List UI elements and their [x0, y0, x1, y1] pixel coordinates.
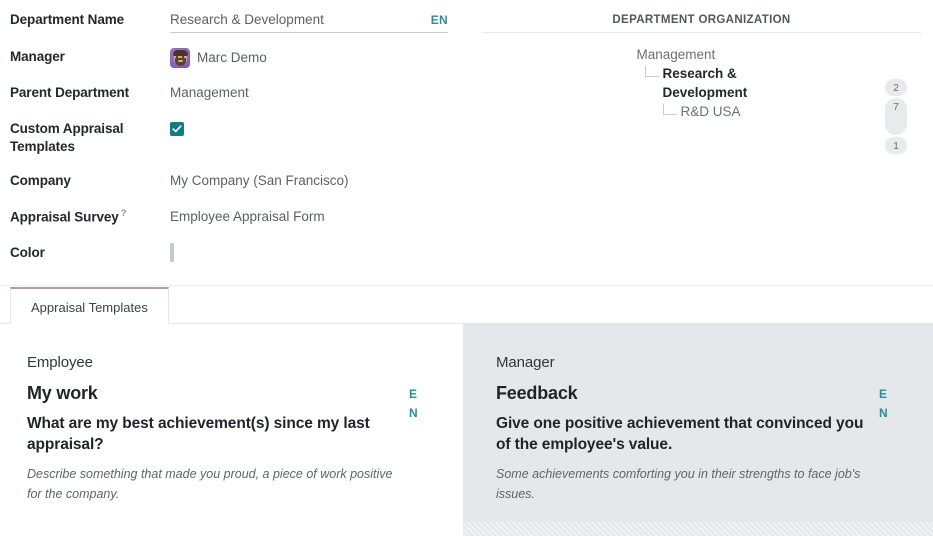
template-role-manager: Manager	[496, 354, 555, 371]
field-company: Company My Company (San Francisco)	[10, 171, 470, 193]
tree-connector-icon	[644, 66, 659, 78]
template-note-manager[interactable]: Some achievements comforting you in thei…	[496, 465, 869, 504]
field-manager: Manager Marc Demo	[10, 47, 470, 69]
org-node-management[interactable]: Management	[637, 45, 807, 64]
tree-connector-icon	[662, 104, 677, 116]
template-title-employee[interactable]: My work	[27, 383, 399, 404]
template-pane-manager: Manager Feedback Give one positive achie…	[463, 324, 933, 536]
custom-appraisal-templates-checkbox[interactable]	[170, 122, 184, 137]
org-node-research-and-development[interactable]: Research & Development	[644, 64, 763, 102]
field-label-color: Color	[10, 244, 45, 260]
check-icon	[172, 125, 182, 133]
company-value[interactable]: My Company (San Francisco)	[170, 171, 470, 190]
language-badge-manager-template[interactable]: EN	[879, 385, 893, 422]
department-organization-panel: DEPARTMENT ORGANIZATION Management Resea…	[480, 10, 933, 154]
department-name-input-wrapper[interactable]: Research & Development EN	[170, 11, 448, 34]
department-name-input[interactable]: Research & Development	[170, 11, 324, 29]
form-left-column: Department Name Research & Development E…	[0, 10, 470, 279]
department-organization-body: Management Research & Development R&D US…	[480, 33, 923, 154]
org-badge-management-count[interactable]: 2	[885, 79, 907, 96]
form-sheet: Department Name Research & Development E…	[0, 0, 933, 286]
department-form-view: Department Name Research & Development E…	[0, 0, 933, 536]
department-organization-title: DEPARTMENT ORGANIZATION	[482, 14, 921, 33]
manager-name[interactable]: Marc Demo	[197, 49, 267, 67]
appraisal-templates-panes: Employee My work What are my best achiev…	[0, 324, 933, 536]
parent-department-value[interactable]: Management	[170, 83, 470, 102]
language-badge-department-name[interactable]: EN	[423, 12, 448, 28]
template-role-employee: Employee	[27, 354, 93, 371]
field-custom-appraisal-templates: Custom Appraisal Templates	[10, 119, 470, 156]
help-icon[interactable]: ?	[121, 208, 127, 219]
color-swatch[interactable]	[170, 242, 174, 262]
template-question-manager[interactable]: Give one positive achievement that convi…	[496, 413, 869, 455]
field-color: Color	[10, 242, 470, 265]
field-department-name: Department Name Research & Development E…	[10, 10, 470, 34]
form-right-column: DEPARTMENT ORGANIZATION Management Resea…	[470, 10, 933, 279]
field-label-department-name: Department Name	[10, 12, 125, 27]
template-title-manager[interactable]: Feedback	[496, 383, 869, 404]
language-badge-employee-template[interactable]: EN	[409, 385, 423, 422]
field-label-parent-department: Parent Department	[10, 85, 130, 101]
tab-appraisal-templates[interactable]: Appraisal Templates	[10, 287, 169, 325]
field-label-manager: Manager	[10, 49, 65, 65]
appraisal-survey-value[interactable]: Employee Appraisal Form	[170, 207, 470, 226]
org-node-label[interactable]: Management	[637, 45, 716, 64]
avatar	[170, 48, 190, 69]
org-node-label[interactable]: Research & Development	[663, 64, 763, 102]
org-node-rd-usa[interactable]: R&D USA	[662, 102, 807, 121]
org-tree: Management Research & Development R&D US…	[597, 45, 807, 122]
template-note-employee[interactable]: Describe something that made you proud, …	[27, 465, 399, 504]
org-badge-research-and-development-count[interactable]: 7	[885, 98, 907, 135]
field-label-custom-appraisal-templates: Custom Appraisal Templates	[10, 121, 124, 155]
template-pane-employee: Employee My work What are my best achiev…	[0, 324, 463, 536]
tab-bar: Appraisal Templates	[0, 286, 933, 325]
field-label-appraisal-survey: Appraisal Survey?	[10, 207, 127, 225]
org-node-label[interactable]: R&D USA	[681, 102, 741, 121]
field-label-company: Company	[10, 172, 71, 188]
template-question-employee[interactable]: What are my best achievement(s) since my…	[27, 413, 399, 455]
field-parent-department: Parent Department Management	[10, 83, 470, 105]
manager-value[interactable]: Marc Demo	[170, 48, 470, 69]
org-badge-rd-usa-count[interactable]: 1	[885, 137, 907, 154]
org-employee-count-badges: 2 7 1	[885, 79, 907, 156]
form-columns: Department Name Research & Development E…	[0, 0, 933, 279]
field-appraisal-survey: Appraisal Survey? Employee Appraisal For…	[10, 207, 470, 229]
